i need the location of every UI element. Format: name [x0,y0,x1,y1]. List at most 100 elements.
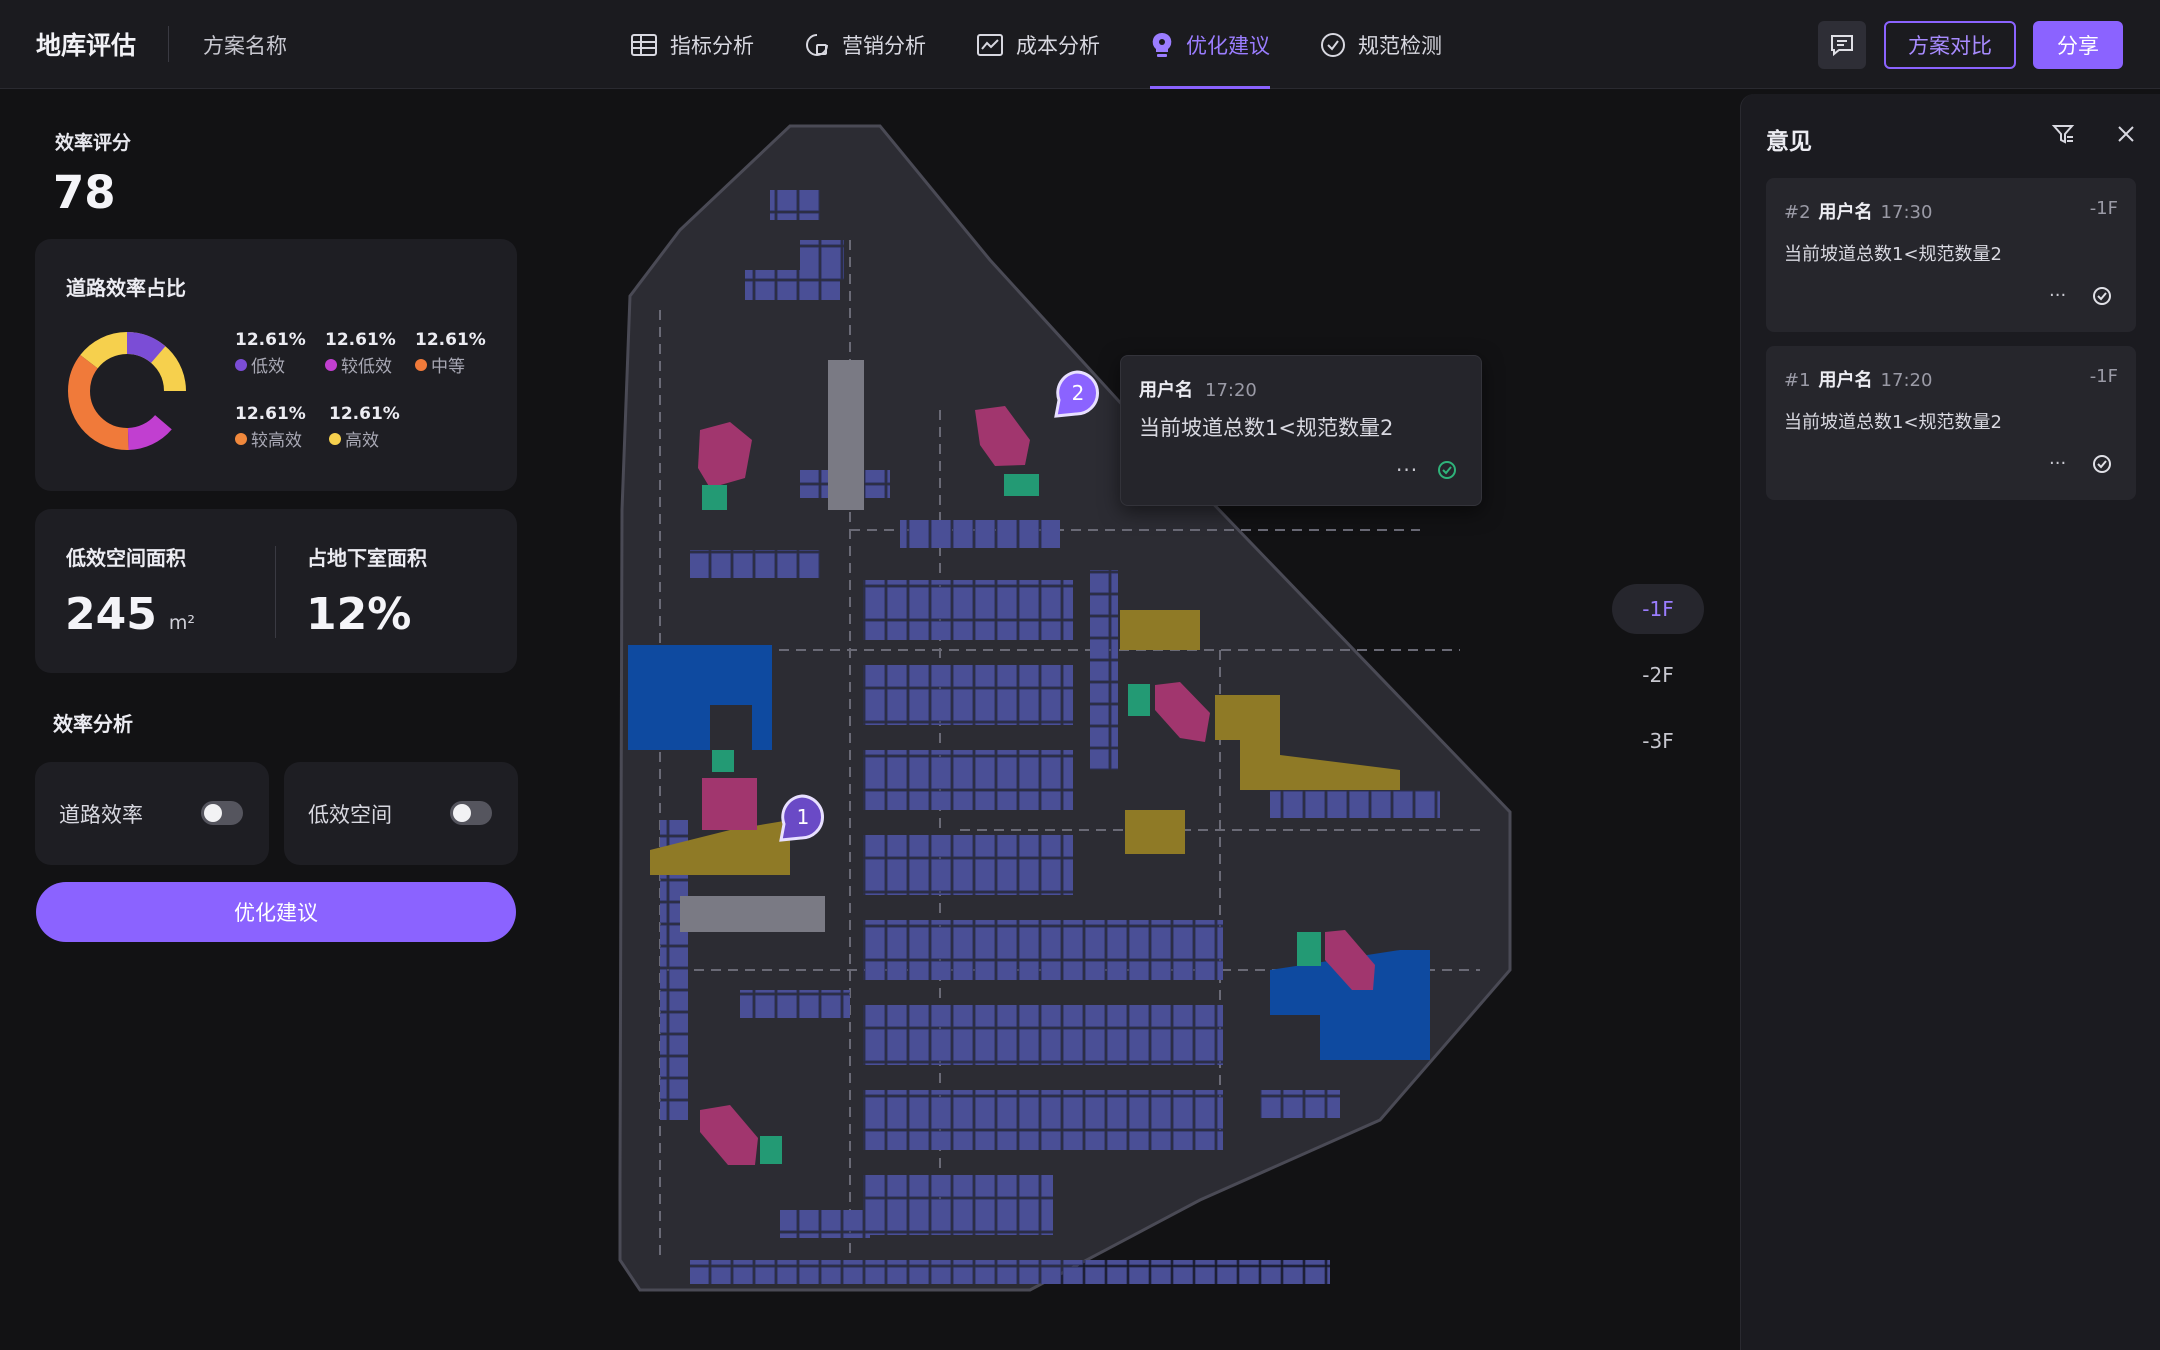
ramp-zone [702,778,757,830]
parking-block [800,240,844,280]
core-stair [1004,474,1039,496]
tab-compliance[interactable]: 规范检测 [1320,0,1442,89]
share-button[interactable]: 分享 [2033,21,2123,69]
basement-ratio-value: 12% [306,589,412,640]
tab-label: 成本分析 [1016,33,1100,58]
core-zone [680,896,825,932]
road-efficiency-toggle-card: 道路效率 [35,762,269,865]
check-circle-icon [1321,32,1345,57]
legend-dot [329,432,341,445]
floor-switcher: -1F -2F -3F [1612,584,1704,782]
panel-title: 意见 [1766,129,1812,155]
plan-name[interactable]: 方案名称 [203,30,287,60]
core-stair [712,750,734,772]
floor-b1[interactable]: -1F [1612,584,1704,634]
legend-label: 较高效 [251,431,302,451]
legend-dot [325,358,337,371]
pin-number: 1 [797,805,810,829]
comment-floor: -1F [2089,366,2118,387]
floor-plan-map[interactable] [600,110,1520,1310]
legend-pct: 12.61% [415,330,486,350]
comment-card[interactable]: #1 用户名 17:20 -1F 当前坡道总数1<规范数量2 ··· [1766,346,2136,500]
tab-label: 营销分析 [842,33,926,58]
parking-block [780,1210,870,1238]
tab-optimization[interactable]: 优化建议 [1150,0,1270,89]
resolve-check-icon[interactable] [1437,460,1457,480]
title-divider [168,26,169,62]
parking-block [863,1005,1223,1065]
close-icon[interactable] [2114,122,2138,146]
comment-card[interactable]: #2 用户名 17:30 -1F 当前坡道总数1<规范数量2 ··· [1766,178,2136,332]
floor-b2[interactable]: -2F [1612,650,1704,700]
low-space-switch[interactable] [450,801,492,825]
tab-label: 规范检测 [1358,33,1442,58]
comment-time: 17:20 [1880,370,1933,391]
parking-block [863,835,1073,895]
parking-block [863,750,1073,810]
tab-marketing[interactable]: 营销分析 [804,0,926,89]
compare-button[interactable]: 方案对比 [1884,21,2016,69]
resolve-check-icon[interactable] [2092,286,2112,306]
lightbulb-icon [1152,32,1172,57]
parking-block [863,665,1073,725]
more-icon[interactable]: ··· [1396,458,1418,482]
comment-pin-1[interactable]: 1 [779,794,825,844]
tab-cost[interactable]: 成本分析 [976,0,1100,89]
floor-b3[interactable]: -3F [1612,716,1704,766]
pin-number: 2 [1072,381,1085,405]
comments-toggle-button[interactable] [1818,21,1866,69]
low-space-toggle-label: 低效空间 [308,803,392,827]
legend-item-mid-high: 12.61% 较高效 [235,404,306,451]
legend-pct: 12.61% [325,330,396,350]
road-efficiency-card: 道路效率占比 12.61% 低效 12.61% 较低效 12.61% 中等 12… [35,239,517,491]
legend-dot [235,432,247,445]
table-icon [631,33,657,56]
main-tabs: 指标分析 营销分析 成本分析 优化建议 规范检测 [630,0,1492,89]
road-efficiency-switch[interactable] [201,801,243,825]
legend-label: 中等 [431,357,465,377]
legend-label: 较低效 [341,357,392,377]
comment-header: #2 用户名 17:30 [1784,198,1932,224]
card-divider [275,546,276,638]
comment-pin-2[interactable]: 2 [1054,370,1100,420]
legend-pct: 12.61% [235,404,306,424]
tab-metrics[interactable]: 指标分析 [630,0,754,89]
core-stair [702,485,727,510]
filter-icon[interactable] [2051,122,2075,146]
parking-block [740,990,850,1018]
parking-block [1090,570,1118,770]
comment-time: 17:30 [1880,202,1933,223]
comment-user: 用户名 [1818,370,1873,391]
core-stair [760,1136,782,1164]
tab-label: 指标分析 [670,33,754,58]
more-icon[interactable]: ··· [2049,285,2066,306]
comment-header: #1 用户名 17:20 [1784,366,1932,392]
low-area-label: 低效空间面积 [66,546,186,570]
comment-id: #2 [1784,202,1811,223]
low-space-toggle-card: 低效空间 [284,762,518,865]
comment-text: 当前坡道总数1<规范数量2 [1784,244,2002,265]
comment-user: 用户名 [1818,202,1873,223]
basement-ratio-label: 占地下室面积 [307,546,427,570]
legend-item-low-mid: 12.61% 较低效 [325,330,396,377]
efficiency-analysis-title: 效率分析 [53,712,133,736]
core-stair [1128,684,1150,716]
resolve-check-icon[interactable] [2092,454,2112,474]
parking-block [900,520,1060,548]
parking-block [690,1260,1330,1284]
popover-text: 当前坡道总数1<规范数量2 [1139,416,1394,440]
parking-block [863,920,1223,980]
parking-block [1260,1090,1340,1118]
parking-block [1270,790,1440,818]
legend-pct: 12.61% [235,330,306,350]
legend-label: 高效 [345,431,379,451]
core-zone [828,360,864,510]
parking-block [863,580,1073,640]
low-efficiency-area-card: 低效空间面积 245 m² 占地下室面积 12% [35,509,517,673]
optimize-suggestion-button[interactable]: 优化建议 [36,882,516,942]
legend-dot [415,358,427,371]
more-icon[interactable]: ··· [2049,453,2066,474]
top-bar: 地库评估 方案名称 指标分析 营销分析 成本分析 优化建议 规范检测 方案对比 … [0,0,2160,89]
legend-item-low: 12.61% 低效 [235,330,306,377]
marketing-icon [806,33,828,56]
